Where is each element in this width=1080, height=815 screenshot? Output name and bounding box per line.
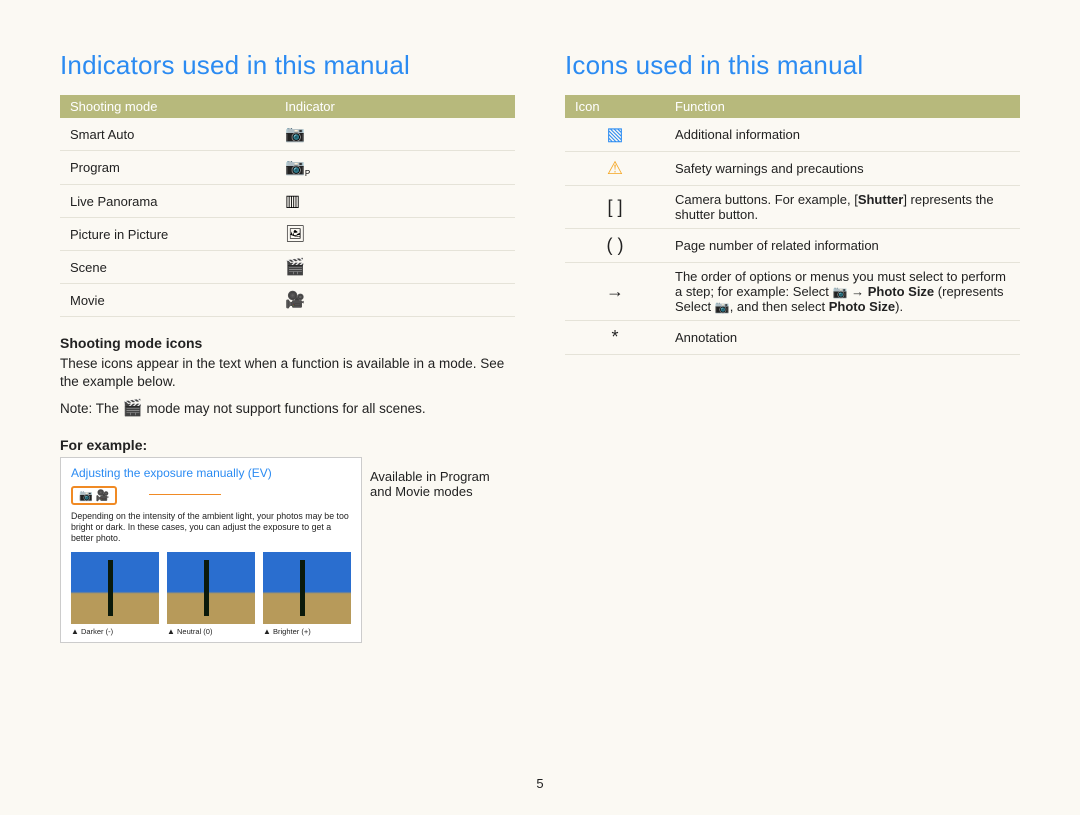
note-icon: ▧ xyxy=(606,124,623,144)
table-row: [ ] Camera buttons. For example, [Shutte… xyxy=(565,186,1020,229)
smart-auto-icon: 📷 xyxy=(285,124,305,144)
example-photo-darker: ▲ Darker (-) xyxy=(71,552,159,636)
arrow-icon: → xyxy=(565,263,665,321)
indicator-cell: 🎬 xyxy=(275,251,515,284)
table-row: Program 📷P xyxy=(60,151,515,185)
indicator-cell: ▥ xyxy=(275,185,515,218)
example-photo-neutral: ▲ Neutral (0) xyxy=(167,552,255,636)
th-indicator: Indicator xyxy=(275,95,515,118)
func-cell: Page number of related information xyxy=(665,229,1020,263)
icons-table: Icon Function ▧ Additional information ⚠… xyxy=(565,95,1020,355)
asterisk-icon: * xyxy=(565,321,665,355)
indicator-cell: 🎥 xyxy=(275,284,515,317)
brackets-icon: [ ] xyxy=(565,186,665,229)
example-mode-highlight: 📷 🎥 xyxy=(71,486,117,505)
table-row: Movie 🎥 xyxy=(60,284,515,317)
th-shooting-mode: Shooting mode xyxy=(60,95,275,118)
panorama-icon: ▥ xyxy=(285,191,300,211)
camera-icon: 📷 xyxy=(715,300,730,314)
pip-icon: 🖼︎ xyxy=(285,224,305,244)
func-cell: The order of options or menus you must s… xyxy=(665,263,1020,321)
scene-icon: 🎬 xyxy=(123,398,143,420)
program-icon: 📷P xyxy=(285,157,310,178)
func-cell: Annotation xyxy=(665,321,1020,355)
mode-cell: Live Panorama xyxy=(60,185,275,218)
th-function: Function xyxy=(665,95,1020,118)
table-row: Picture in Picture 🖼︎ xyxy=(60,218,515,251)
func-cell: Camera buttons. For example, [Shutter] r… xyxy=(665,186,1020,229)
table-row: ( ) Page number of related information xyxy=(565,229,1020,263)
table-row: ⚠ Safety warnings and precautions xyxy=(565,152,1020,186)
right-heading: Icons used in this manual xyxy=(565,50,1020,81)
indicator-cell: 📷 xyxy=(275,118,515,151)
example-photo-brighter: ▲ Brighter (+) xyxy=(263,552,351,636)
table-row: ▧ Additional information xyxy=(565,118,1020,152)
parens-icon: ( ) xyxy=(565,229,665,263)
shooting-mode-icons-desc: These icons appear in the text when a fu… xyxy=(60,355,515,391)
func-cell: Additional information xyxy=(665,118,1020,152)
camera-icon: 📷 xyxy=(833,285,848,299)
left-heading: Indicators used in this manual xyxy=(60,50,515,81)
for-example-heading: For example: xyxy=(60,437,515,453)
example-body: Depending on the intensity of the ambien… xyxy=(71,511,351,544)
shooting-mode-table: Shooting mode Indicator Smart Auto 📷 Pro… xyxy=(60,95,515,317)
shooting-mode-note: Note: The 🎬 mode may not support functio… xyxy=(60,398,515,420)
table-row: Live Panorama ▥ xyxy=(60,185,515,218)
example-box: Adjusting the exposure manually (EV) 📷 🎥… xyxy=(60,457,362,643)
example-annotation: Available in Program and Movie modes xyxy=(370,469,510,499)
mode-cell: Picture in Picture xyxy=(60,218,275,251)
example-title: Adjusting the exposure manually (EV) xyxy=(71,466,351,480)
indicator-cell: 🖼︎ xyxy=(275,218,515,251)
th-icon: Icon xyxy=(565,95,665,118)
movie-icon: 🎥 xyxy=(285,290,305,310)
table-row: Smart Auto 📷 xyxy=(60,118,515,151)
table-row: * Annotation xyxy=(565,321,1020,355)
page-number: 5 xyxy=(0,776,1080,791)
mode-cell: Movie xyxy=(60,284,275,317)
leader-line xyxy=(149,494,221,495)
mode-cell: Scene xyxy=(60,251,275,284)
func-cell: Safety warnings and precautions xyxy=(665,152,1020,186)
table-row: → The order of options or menus you must… xyxy=(565,263,1020,321)
mode-cell: Smart Auto xyxy=(60,118,275,151)
warning-icon: ⚠ xyxy=(607,158,623,178)
scene-icon: 🎬 xyxy=(285,257,305,277)
shooting-mode-icons-heading: Shooting mode icons xyxy=(60,335,515,351)
indicator-cell: 📷P xyxy=(275,151,515,185)
mode-cell: Program xyxy=(60,151,275,185)
table-row: Scene 🎬 xyxy=(60,251,515,284)
